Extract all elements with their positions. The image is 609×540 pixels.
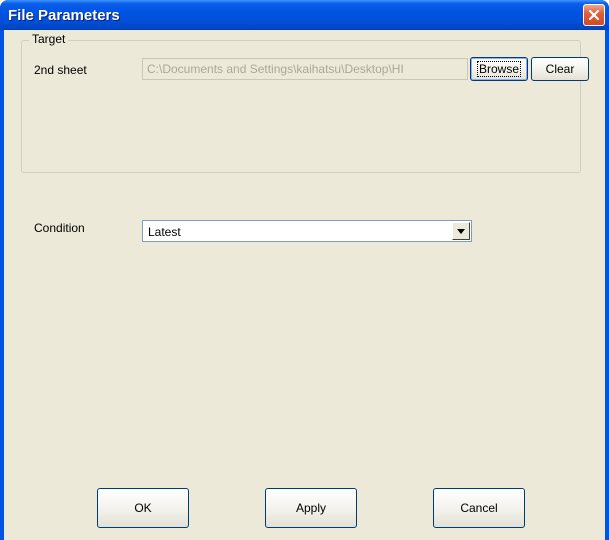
window-title: File Parameters [8,7,120,24]
second-sheet-label: 2nd sheet [34,63,87,77]
condition-selected-value: Latest [148,225,181,239]
close-button[interactable] [583,4,605,26]
dropdown-button[interactable] [452,222,470,240]
condition-label: Condition [34,221,85,235]
clear-button[interactable]: Clear [531,57,589,81]
cancel-button[interactable]: Cancel [433,488,525,528]
browse-button[interactable]: Browse [470,57,528,81]
apply-button-label: Apply [295,501,327,515]
clear-button-label: Clear [545,62,575,76]
apply-button[interactable]: Apply [265,488,357,528]
second-sheet-path-field[interactable]: C:\Documents and Settings\kaihatsu\Deskt… [142,58,468,80]
target-group-label: Target [29,32,69,46]
window-frame-right [605,30,609,540]
condition-select[interactable]: Latest [142,220,472,242]
close-icon [588,9,600,21]
ok-button-label: OK [134,501,152,515]
ok-button[interactable]: OK [97,488,189,528]
title-bar[interactable]: File Parameters [0,0,609,30]
browse-button-label: Browse [476,61,522,77]
chevron-down-icon [457,228,465,234]
cancel-button-label: Cancel [460,501,498,515]
file-parameters-dialog: File Parameters Target 2nd sheet C:\Docu… [0,0,609,540]
